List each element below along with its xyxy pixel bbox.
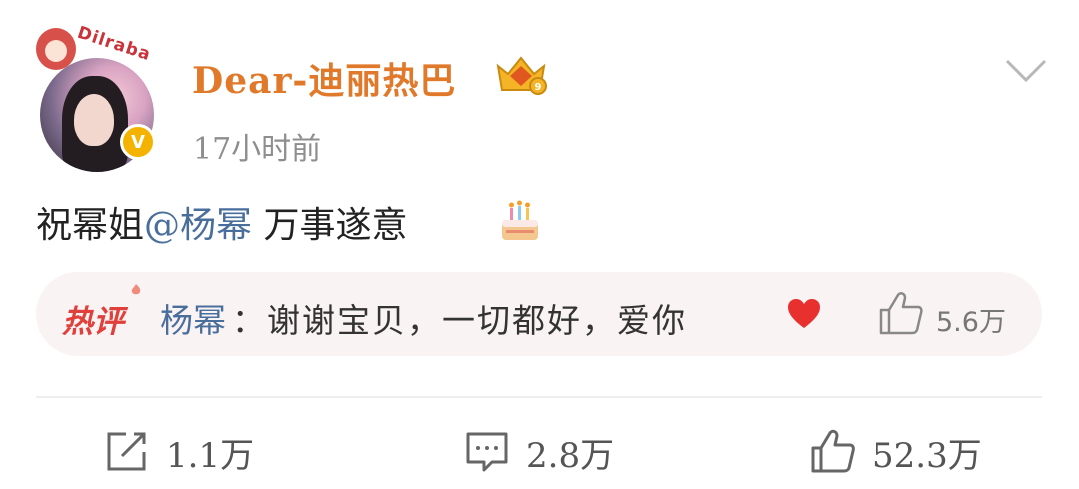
hot-comment-text: ：谢谢宝贝，一切都好，爱你 xyxy=(232,301,687,340)
username[interactable]: Dear-迪丽热巴 xyxy=(192,52,456,104)
like-count[interactable]: 52.3万 xyxy=(872,428,982,477)
chevron-down-icon[interactable] xyxy=(1004,56,1048,86)
avatar-with-pendant[interactable]: Dilraba V xyxy=(36,23,166,172)
birthday-cake-icon xyxy=(502,200,538,240)
red-heart-icon xyxy=(788,299,820,328)
hot-comment-likes: 5.6万 xyxy=(936,307,1006,338)
post-time: 17小时前 xyxy=(193,132,322,167)
post-content: 祝幂姐@杨幂 万事遂意 xyxy=(36,196,408,248)
flame-icon xyxy=(131,284,141,295)
comment-icon[interactable] xyxy=(464,428,510,474)
divider xyxy=(36,396,1042,398)
post-text-before: 祝幂姐 xyxy=(36,205,145,246)
hot-comment-tag: 热评 xyxy=(62,304,124,340)
post-text-after: 万事遂意 xyxy=(263,205,408,246)
share-count[interactable]: 1.1万 xyxy=(166,428,254,477)
verified-badge-icon: V xyxy=(120,124,156,160)
svg-text:9: 9 xyxy=(535,82,542,93)
thumbs-up-icon[interactable] xyxy=(810,428,856,474)
comment-count[interactable]: 2.8万 xyxy=(526,428,614,477)
hot-comment-author[interactable]: 杨幂 xyxy=(160,294,226,342)
crown-badge-icon[interactable]: 9 xyxy=(494,52,548,96)
mention-link[interactable]: @杨幂 xyxy=(144,205,252,246)
like-comment-icon[interactable] xyxy=(878,290,924,336)
share-icon[interactable] xyxy=(104,428,150,474)
